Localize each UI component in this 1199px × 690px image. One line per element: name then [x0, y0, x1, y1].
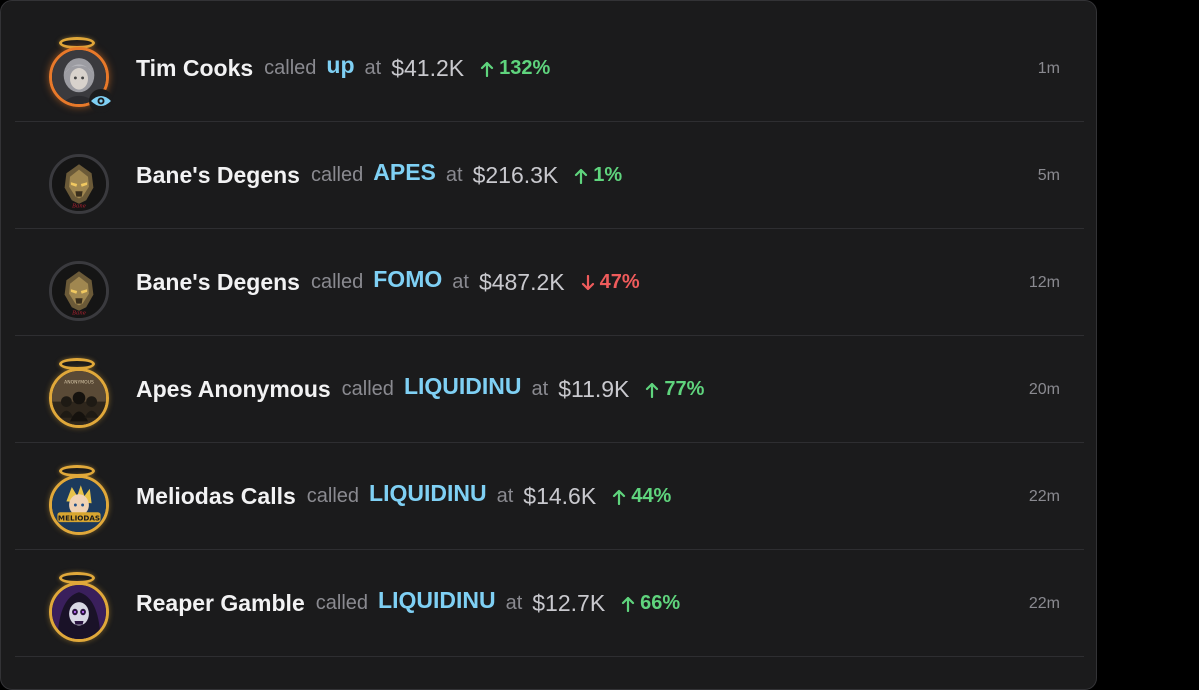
at-label: at — [505, 592, 523, 614]
hooded-group-avatar-icon: ANONYMOUS — [49, 368, 109, 428]
call-price: $12.7K — [532, 590, 606, 616]
feed-row[interactable]: Reaper Gamble called LIQUIDINU at $12.7K… — [15, 550, 1084, 657]
call-time: 22m — [1028, 487, 1060, 505]
arrow-up-icon — [481, 61, 494, 77]
called-label: called — [341, 378, 394, 400]
avatar[interactable]: Bane — [47, 146, 111, 214]
token-symbol[interactable]: LIQUIDINU — [378, 587, 496, 614]
arrow-up-icon — [646, 382, 659, 398]
price-change: 44% — [612, 485, 671, 508]
eye-icon — [89, 89, 113, 113]
calls-feed-panel: Tim Cooks called up at $41.2K 132% 1m Ba… — [0, 0, 1097, 690]
caller-name[interactable]: Apes Anonymous — [136, 376, 331, 403]
token-symbol[interactable]: FOMO — [373, 266, 442, 293]
called-label: called — [315, 592, 369, 614]
price-change-value: 44% — [631, 485, 672, 507]
call-price: $41.2K — [391, 55, 465, 81]
svg-text:ANONYMOUS: ANONYMOUS — [64, 380, 94, 386]
price-change: 1% — [574, 164, 622, 187]
call-time: 1m — [1037, 59, 1060, 77]
avatar[interactable] — [47, 37, 113, 113]
at-label: at — [496, 485, 514, 507]
call-time: 20m — [1028, 380, 1060, 398]
at-label: at — [445, 164, 463, 186]
call-summary: Reaper Gamble called LIQUIDINU at $12.7K… — [136, 550, 680, 657]
price-change-value: 132% — [499, 57, 551, 79]
caller-name[interactable]: Tim Cooks — [136, 55, 253, 82]
svg-text:Bane: Bane — [71, 310, 86, 316]
called-label: called — [310, 164, 364, 186]
at-label: at — [452, 271, 469, 293]
price-change: 132% — [480, 57, 550, 80]
feed-row[interactable]: ANONYMOUS Apes Anonymous called LIQUIDIN… — [15, 336, 1084, 443]
avatar[interactable]: MELIODAS — [47, 465, 111, 535]
price-change-value: 77% — [664, 378, 705, 400]
armored-mask-avatar-icon: Bane — [49, 154, 109, 214]
price-change-value: 47% — [599, 271, 640, 293]
feed-row[interactable]: MELIODAS Meliodas Calls called LIQUIDINU… — [15, 443, 1084, 550]
call-time: 22m — [1028, 594, 1060, 612]
call-time: 5m — [1037, 166, 1060, 184]
arrow-down-icon — [581, 274, 594, 290]
caller-name[interactable]: Meliodas Calls — [136, 483, 296, 510]
caller-name[interactable]: Bane's Degens — [136, 162, 300, 189]
call-summary: Tim Cooks called up at $41.2K 132% — [136, 15, 550, 122]
feed-row[interactable]: Bane Bane's Degens called FOMO at $487.2… — [15, 229, 1084, 336]
price-change-value: 1% — [593, 164, 623, 186]
caller-name[interactable]: Reaper Gamble — [136, 590, 305, 617]
armored-mask-avatar-icon: Bane — [49, 261, 109, 321]
avatar[interactable] — [47, 572, 111, 642]
arrow-up-icon — [622, 596, 635, 612]
at-label: at — [531, 378, 549, 400]
token-symbol[interactable]: LIQUIDINU — [369, 480, 487, 507]
call-price: $487.2K — [478, 269, 565, 295]
price-change-value: 66% — [640, 592, 681, 614]
call-summary: Apes Anonymous called LIQUIDINU at $11.9… — [136, 336, 704, 443]
call-time: 12m — [1028, 273, 1060, 291]
arrow-up-icon — [613, 489, 626, 505]
anime-hero-avatar-icon: MELIODAS — [49, 475, 109, 535]
arrow-up-icon — [575, 168, 588, 184]
price-change: 47% — [581, 271, 640, 294]
token-symbol[interactable]: up — [326, 52, 354, 79]
svg-text:MELIODAS: MELIODAS — [58, 513, 100, 522]
caller-name[interactable]: Bane's Degens — [136, 269, 300, 296]
token-symbol[interactable]: LIQUIDINU — [404, 373, 522, 400]
call-price: $216.3K — [472, 162, 559, 188]
skull-reaper-avatar-icon — [49, 582, 109, 642]
called-label: called — [264, 57, 317, 79]
call-summary: Meliodas Calls called LIQUIDINU at $14.6… — [136, 443, 671, 550]
called-label: called — [306, 485, 360, 507]
call-price: $14.6K — [523, 483, 597, 509]
avatar[interactable]: Bane — [47, 253, 111, 321]
call-summary: Bane's Degens called FOMO at $487.2K 47% — [136, 229, 640, 336]
at-label: at — [364, 57, 382, 79]
call-summary: Bane's Degens called APES at $216.3K 1% — [136, 122, 622, 229]
price-change: 66% — [621, 592, 680, 615]
feed-row[interactable]: Bane Bane's Degens called APES at $216.3… — [15, 122, 1084, 229]
call-price: $11.9K — [558, 376, 630, 402]
called-label: called — [310, 271, 364, 293]
feed-row[interactable]: Tim Cooks called up at $41.2K 132% 1m — [15, 15, 1084, 122]
avatar[interactable]: ANONYMOUS — [47, 358, 111, 428]
svg-text:Bane: Bane — [71, 203, 86, 209]
token-symbol[interactable]: APES — [373, 159, 436, 186]
price-change: 77% — [645, 378, 704, 401]
